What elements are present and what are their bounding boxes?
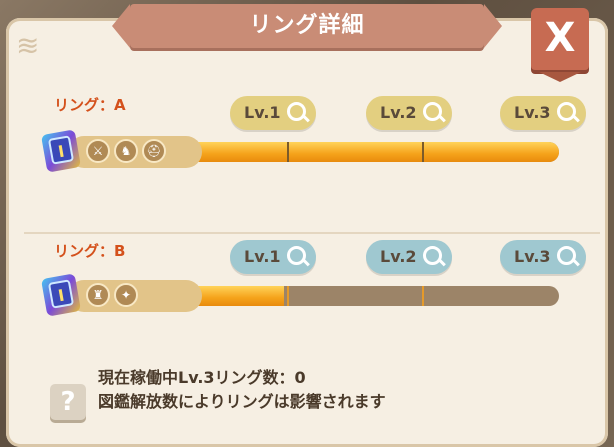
ring-b-lv3-label: Lv.3 <box>514 247 551 266</box>
corner-ornament-icon: ≋ <box>16 29 40 62</box>
magnifier-icon <box>423 246 442 265</box>
ring-b-lv2-button[interactable]: Lv.2 <box>366 240 452 274</box>
ring-b-emblem[interactable]: I <box>40 273 82 318</box>
armor-icon: ♜ <box>86 283 110 307</box>
ring-b-lv3-button[interactable]: Lv.3 <box>500 240 586 274</box>
ring-a-tick-lv2 <box>422 142 424 162</box>
ring-a-emblem-letter: I <box>47 135 75 165</box>
ring-b-tick-lv1 <box>287 286 289 306</box>
ring-a-lv3-button[interactable]: Lv.3 <box>500 96 586 130</box>
ring-a-lv2-label: Lv.2 <box>380 103 417 122</box>
ring-a-progress-bar <box>154 142 559 162</box>
magnifier-icon <box>287 246 306 265</box>
ring-b-tick-lv2 <box>422 286 424 306</box>
unlock-note-text: 図鑑解放数によりリングは影響されます <box>98 392 386 411</box>
window-title: リング詳細 <box>249 13 365 38</box>
ring-a-lv1-label: Lv.1 <box>244 103 281 122</box>
close-button[interactable]: X <box>531 8 589 82</box>
title-banner: リング詳細 <box>112 0 502 52</box>
ring-b-label: リング：B <box>54 242 126 260</box>
ring-detail-panel: ≋ リング：A Lv.1 Lv.2 Lv.3 ⚔ ♞ ⛑ I リング：B Lv.… <box>6 18 608 447</box>
ring-b-lv2-label: Lv.2 <box>380 247 417 266</box>
ring-a-tick-lv1 <box>287 142 289 162</box>
title-banner-left-cap <box>112 4 130 48</box>
magnifier-icon <box>287 102 306 121</box>
active-ring-count-text: 現在稼働中Lv.3リング数：0 <box>98 368 306 387</box>
help-button[interactable]: ? <box>50 384 86 420</box>
ring-a-emblem[interactable]: I <box>40 129 82 174</box>
magnifier-icon <box>557 246 576 265</box>
ring-a-label: リング：A <box>54 96 126 114</box>
ring-b-lv1-button[interactable]: Lv.1 <box>230 240 316 274</box>
magnifier-icon <box>423 102 442 121</box>
ring-a-lv1-button[interactable]: Lv.1 <box>230 96 316 130</box>
ring-b-progress-bar <box>154 286 559 306</box>
ring-b-lv1-label: Lv.1 <box>244 247 281 266</box>
ring-a-progress-row: ⚔ ♞ ⛑ I <box>40 129 562 174</box>
sword-icon: ⚔ <box>86 139 110 163</box>
ring-a-lv3-label: Lv.3 <box>514 103 551 122</box>
magnifier-icon <box>557 102 576 121</box>
ring-b-progress-row: ♜ ✦ I <box>40 273 562 318</box>
shoe-icon: ✦ <box>114 283 138 307</box>
ring-a-progress-fill <box>154 142 559 162</box>
ring-b-emblem-letter: I <box>47 279 75 309</box>
helmet-icon: ⛑ <box>142 139 166 163</box>
boot-icon: ♞ <box>114 139 138 163</box>
title-banner-right-cap <box>484 4 502 48</box>
ring-a-lv2-button[interactable]: Lv.2 <box>366 96 452 130</box>
section-divider <box>24 232 600 234</box>
